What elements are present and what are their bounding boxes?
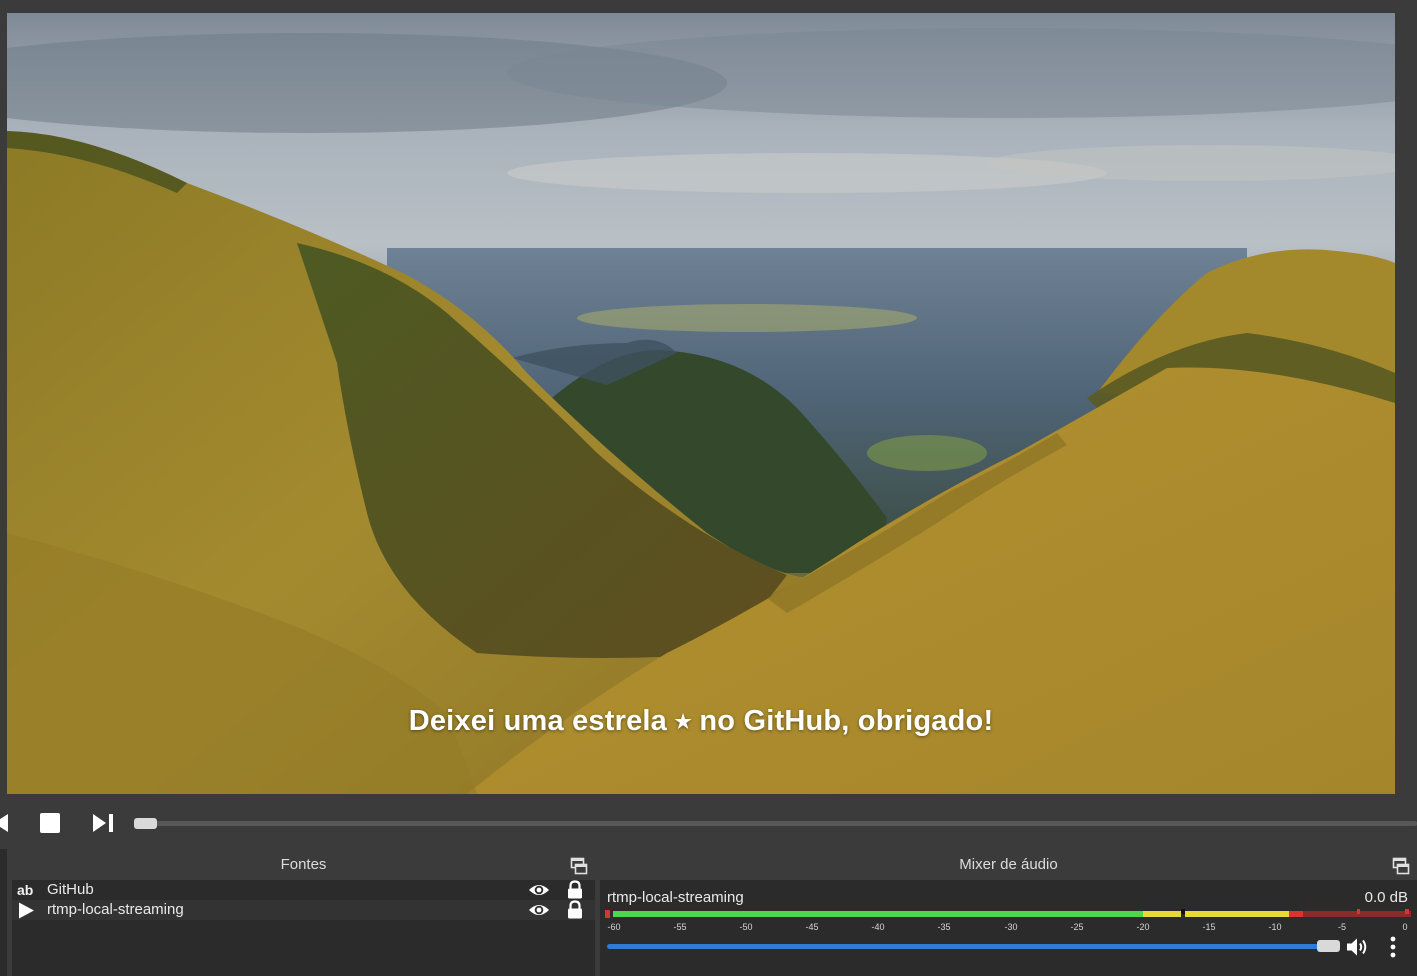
meter-tick: -60 (607, 922, 621, 932)
stop-icon[interactable] (39, 812, 61, 834)
seek-bar[interactable] (134, 821, 1417, 826)
landscape-video-frame (7, 13, 1395, 794)
source-name: rtmp-local-streaming (47, 901, 184, 918)
mixer-dock-title-text: Mixer de áudio (959, 856, 1058, 873)
meter-tick: -25 (1070, 922, 1084, 932)
mixer-channel-level: 0.0 dB (1364, 889, 1408, 906)
mixer-dock-title: Mixer de áudio (600, 849, 1417, 880)
lock-icon[interactable] (566, 880, 584, 899)
visibility-eye-icon[interactable] (528, 901, 550, 919)
audio-mixer-dock: Mixer de áudio rtmp-local-streaming 0.0 … (600, 849, 1417, 976)
meter-tick: -55 (673, 922, 687, 932)
undock-icon[interactable] (1392, 855, 1410, 875)
preview-canvas[interactable]: Deixei uma estrela ⭒ no GitHub, obrigado… (7, 13, 1395, 794)
sources-dock-title: Fontes (12, 849, 595, 880)
previous-icon[interactable] (0, 812, 10, 834)
sources-dock: Fontes ab GitHub rtmp-local-streaming (12, 849, 595, 976)
meter-tick: -45 (805, 922, 819, 932)
volume-slider-handle[interactable] (1317, 940, 1340, 952)
seek-handle[interactable] (134, 818, 157, 829)
more-options-icon[interactable] (1386, 935, 1400, 959)
next-icon[interactable] (91, 812, 113, 834)
mixer-channel-name: rtmp-local-streaming (607, 889, 744, 906)
meter-tick: -50 (739, 922, 753, 932)
meter-tick: -35 (937, 922, 951, 932)
sources-dock-title-text: Fontes (280, 856, 327, 873)
lock-icon[interactable] (566, 900, 584, 919)
meter-tick: -20 (1136, 922, 1150, 932)
visibility-eye-icon[interactable] (528, 881, 550, 899)
meter-tick: -15 (1202, 922, 1216, 932)
undock-icon[interactable] (570, 855, 588, 875)
meter-tick: 0 (1402, 922, 1408, 932)
volume-slider[interactable] (607, 944, 1325, 949)
overlay-text: Deixei uma estrela ⭒ no GitHub, obrigado… (408, 705, 994, 737)
text-source-icon: ab (17, 882, 34, 898)
source-name: GitHub (47, 881, 94, 898)
meter-tick: -10 (1268, 922, 1282, 932)
scenes-dock-edge (0, 849, 7, 976)
source-item-rtmp-local-streaming[interactable]: rtmp-local-streaming (12, 900, 595, 920)
media-source-icon (17, 902, 37, 919)
source-item-github[interactable]: ab GitHub (12, 880, 595, 900)
meter-tick: -5 (1337, 922, 1347, 932)
meter-scale: -60 -55 -50 -45 -40 -35 -30 -25 -20 -15 … (605, 919, 1411, 933)
meter-tick: -40 (871, 922, 885, 932)
speaker-mute-icon[interactable] (1346, 936, 1370, 958)
meter-tick: -30 (1004, 922, 1018, 932)
